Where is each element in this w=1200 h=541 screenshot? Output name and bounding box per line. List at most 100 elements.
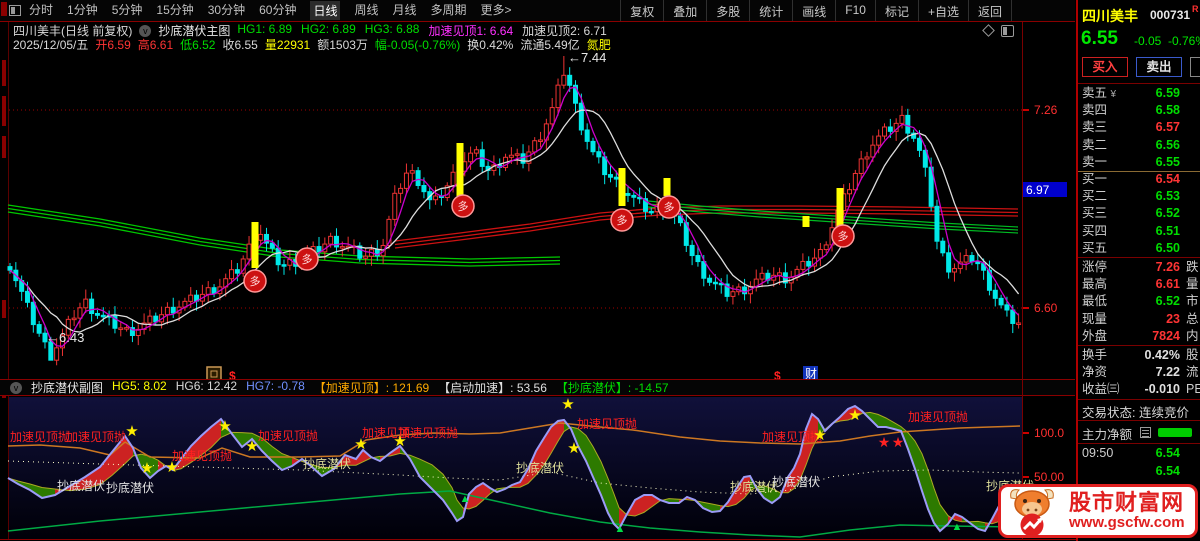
panel-separator <box>1078 171 1200 172</box>
stat-row-净资[interactable]: 净资 7.22 流 <box>1078 364 1200 381</box>
sub-indicator-value: HG7: -0.78 <box>246 379 305 393</box>
level-row-买五[interactable]: 买五 6.50 <box>1078 240 1200 257</box>
level-row-卖五[interactable]: 卖五 ¥6.59 <box>1078 85 1200 102</box>
list-icon[interactable] <box>1140 427 1151 438</box>
stat-row-收益㈢[interactable]: 收益㈢ -0.010 PE <box>1078 381 1200 398</box>
level-row-卖四[interactable]: 卖四 6.58 <box>1078 102 1200 119</box>
svg-text:抄底潜伏: 抄底潜伏 <box>730 479 778 494</box>
svg-text:加速见顶抛: 加速见顶抛 <box>762 429 822 444</box>
left-strip-mark[interactable] <box>2 136 6 158</box>
svg-text:抄底潜伏: 抄底潜伏 <box>303 456 351 471</box>
bull-logo-icon <box>1010 489 1054 537</box>
panel-separator <box>1078 443 1200 444</box>
collapse-icon[interactable]: v <box>10 381 22 394</box>
period-tab-1分钟[interactable]: 1分钟 <box>67 1 98 20</box>
level-row-买一[interactable]: 买一 6.54 <box>1078 171 1200 188</box>
svg-text:加速见顶抛: 加速见顶抛 <box>10 429 70 444</box>
stock-name[interactable]: 四川美丰 <box>1082 6 1138 26</box>
star-marker: ★ <box>354 436 367 453</box>
window-icon[interactable] <box>9 5 21 16</box>
left-strip-mark[interactable] <box>2 96 6 126</box>
svg-text:多: 多 <box>617 213 628 227</box>
svg-text:多: 多 <box>664 200 675 214</box>
stat-row-涨停[interactable]: 涨停 7.26 跌 <box>1078 259 1200 276</box>
period-tab-月线[interactable]: 月线 <box>393 1 417 20</box>
star-marker: ★ <box>125 423 138 440</box>
stat-row-现量[interactable]: 现量 23 总 <box>1078 311 1200 328</box>
period-tab-日线[interactable]: 日线 <box>310 1 341 20</box>
svg-text:7.26: 7.26 <box>1034 103 1058 117</box>
level-row-买四[interactable]: 买四 6.51 <box>1078 223 1200 240</box>
toolbar-button-返回[interactable]: 返回 <box>967 0 1012 21</box>
watermark: 股市财富网 www.gscfw.com <box>998 484 1198 538</box>
time-row[interactable]: 6.54 <box>1078 463 1200 480</box>
left-strip-mark[interactable] <box>1 2 7 16</box>
toolbar-button-叠加[interactable]: 叠加 <box>663 0 706 21</box>
period-tab-30分钟[interactable]: 30分钟 <box>208 1 245 20</box>
toolbar-button-F10[interactable]: F10 <box>835 0 875 21</box>
toolbar-button-标记[interactable]: 标记 <box>874 0 918 21</box>
ohlc-item: 流通5.49亿 <box>520 38 580 52</box>
period-tab-60分钟[interactable]: 60分钟 <box>259 1 296 20</box>
ohlc-item: 开6.59 <box>95 38 131 52</box>
stat-row-最高[interactable]: 最高 6.61 量 <box>1078 276 1200 293</box>
star-marker: ★ <box>218 418 231 435</box>
toolbar-button-统计[interactable]: 统计 <box>749 0 792 21</box>
last-price: 6.55 <box>1081 28 1118 49</box>
toolbar-button-多股[interactable]: 多股 <box>706 0 749 21</box>
svg-text:6.97: 6.97 <box>1026 183 1050 197</box>
svg-text:加速见顶抛: 加速见顶抛 <box>258 428 318 443</box>
period-tab-15分钟[interactable]: 15分钟 <box>156 1 193 20</box>
ohlc-item: 幅-0.05(-0.76%) <box>374 38 461 52</box>
period-tab-分时[interactable]: 分时 <box>29 1 53 20</box>
period-tab-多周期[interactable]: 多周期 <box>431 1 467 20</box>
sub-indicator-values: HG5: 8.02 HG6: 12.42 HG7: -0.78 【加速见顶】: 121… <box>112 379 669 396</box>
price-change: -0.05 <box>1134 34 1162 48</box>
star-marker: ★ <box>561 396 574 413</box>
period-toolbar: 分时 1分钟 5分钟 15分钟 30分钟 60分钟 日线 周线 月线 多周期 更多> 复权 叠加 多股统… <box>0 0 1075 22</box>
triangle-marker: ▲ <box>615 523 626 535</box>
chart-canvas: 多多多多多多7.266.976.60←7.44←6.43$ $ 财加速见顶抛加速见顶… <box>7 50 1067 539</box>
stat-row-外盘[interactable]: 外盘 7824 内 <box>1078 328 1200 345</box>
toolbar-button-+自选[interactable]: +自选 <box>917 0 968 21</box>
candlesticks <box>7 56 1022 366</box>
bottom-border <box>0 539 1076 540</box>
ohlc-item: 2025/12/05/五 <box>13 38 89 52</box>
period-tab-5分钟[interactable]: 5分钟 <box>112 1 143 20</box>
more-button-partial[interactable] <box>1190 57 1200 77</box>
period-tab-更多>[interactable]: 更多> <box>481 1 512 20</box>
svg-text:多: 多 <box>458 199 469 213</box>
star-marker: ★ <box>165 459 178 476</box>
level-row-卖二[interactable]: 卖二 6.56 <box>1078 137 1200 154</box>
triangle-marker: ▲ <box>952 521 963 533</box>
ohlc-item: 收6.55 <box>222 38 258 52</box>
stat-row-最低[interactable]: 最低 6.52 市 <box>1078 293 1200 310</box>
panel-separator <box>1078 257 1200 258</box>
period-tab-周线[interactable]: 周线 <box>354 1 378 20</box>
time-row[interactable]: 09:50 6.54 <box>1078 445 1200 462</box>
sell-button[interactable]: 卖出 <box>1136 57 1182 77</box>
left-strip-mark[interactable] <box>2 60 6 86</box>
panel-toggle-icon[interactable] <box>1001 25 1014 37</box>
left-strip-mark[interactable] <box>2 300 6 318</box>
panel-separator <box>1078 345 1200 346</box>
stat-row-换手[interactable]: 换手 0.42% 股 <box>1078 347 1200 364</box>
toolbar-button-复权[interactable]: 复权 <box>620 0 663 21</box>
date-ohlc-line: 2025/12/05/五 开6.59 高6.61 低6.52 收6.55 量22931 额1… <box>13 38 611 52</box>
oscillator-ribbon <box>7 406 1021 531</box>
svg-text:50.00: 50.00 <box>1034 470 1064 484</box>
main-flow-bar <box>1158 428 1192 437</box>
level-row-卖一[interactable]: 卖一 6.55 <box>1078 154 1200 171</box>
level-row-买二[interactable]: 买二 6.53 <box>1078 188 1200 205</box>
star-marker: ★ <box>245 438 258 455</box>
diamond-icon[interactable] <box>982 24 995 37</box>
sub-chart-labels: 加速见顶抛加速见顶抛加速见顶抛加速见顶抛 加速见顶加速见顶抛加速见顶抛加速见顶抛加… <box>10 396 1034 535</box>
collapse-icon[interactable]: v <box>139 24 152 37</box>
triangle-marker: ▲ <box>460 493 471 505</box>
toolbar-button-画线[interactable]: 画线 <box>792 0 835 21</box>
svg-text:抄底潜伏: 抄底潜伏 <box>516 460 564 475</box>
sub-chart-lines <box>7 404 1021 538</box>
level-row-买三[interactable]: 买三 6.52 <box>1078 205 1200 222</box>
buy-button[interactable]: 买入 <box>1082 57 1128 77</box>
level-row-卖三[interactable]: 卖三 6.57 <box>1078 119 1200 136</box>
